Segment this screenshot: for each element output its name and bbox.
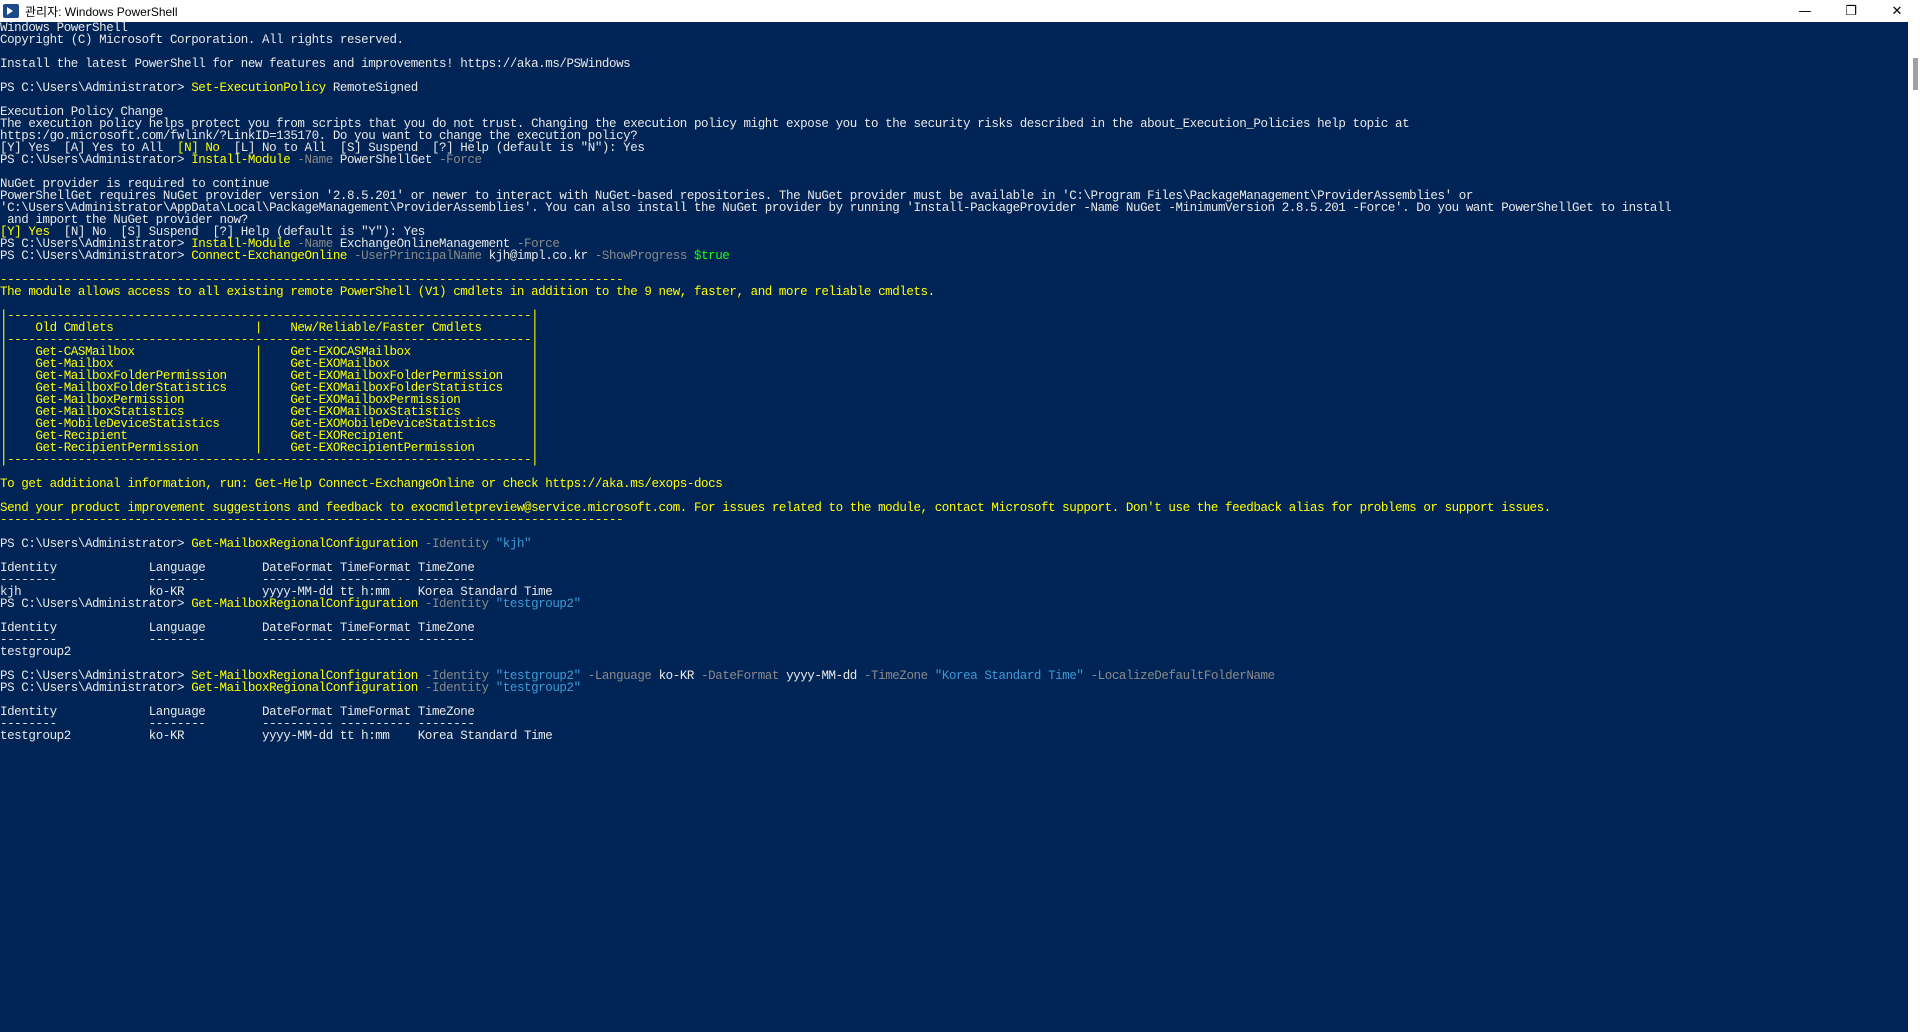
console-text: Get-MailboxRegionalConfiguration — [191, 537, 418, 551]
console-output[interactable]: Windows PowerShell Copyright (C) Microsof… — [0, 22, 1908, 1032]
window-controls: — ❐ ✕ — [1782, 0, 1920, 22]
console-line: |---------------------------------------… — [0, 453, 1908, 467]
console-text: -Language — [580, 669, 652, 683]
restore-button[interactable]: ❐ — [1828, 0, 1874, 22]
console-text: PowerShellGet — [332, 153, 432, 167]
console-line: PS C:\Users\Administrator> Get-MailboxRe… — [0, 681, 1908, 695]
console-line: PS C:\Users\Administrator> Get-MailboxRe… — [0, 597, 1908, 611]
console-line: PS C:\Users\Administrator> Install-Modul… — [0, 153, 1908, 167]
console-line: To get additional information, run: Get-… — [0, 477, 1908, 491]
console-text: -Identity — [417, 681, 489, 695]
console-line: PS C:\Users\Administrator> Set-Execution… — [0, 81, 1908, 95]
console-text: PS C:\Users\Administrator> — [0, 249, 192, 263]
console-text: ----------------------------------------… — [0, 513, 624, 527]
console-line: 'C:\Users\Administrator\AppData\Local\Pa… — [0, 201, 1908, 215]
console-text: PS C:\Users\Administrator> — [0, 681, 192, 695]
console-line: testgroup2 ko-KR yyyy-MM-dd tt h:mm Kore… — [0, 729, 1908, 743]
console-line: testgroup2 — [0, 645, 1908, 659]
console-text: Get-MailboxRegionalConfiguration — [191, 681, 418, 695]
console-line: PS C:\Users\Administrator> Get-MailboxRe… — [0, 537, 1908, 551]
console-text: -Identity — [417, 597, 489, 611]
console-text: -UserPrincipalName — [347, 249, 482, 263]
console-text: ko-KR — [651, 669, 695, 683]
console-text: "Korea Standard Time" — [927, 669, 1084, 683]
console-line: Copyright (C) Microsoft Corporation. All… — [0, 33, 1908, 47]
console-text: Get-MailboxRegionalConfiguration — [191, 597, 418, 611]
console-text: PS C:\Users\Administrator> — [0, 153, 192, 167]
console-text: To get additional information, run: Get-… — [0, 477, 723, 491]
console-text: RemoteSigned — [325, 81, 418, 95]
console-text: 'C:\Users\Administrator\AppData\Local\Pa… — [0, 201, 1672, 215]
powershell-icon — [3, 4, 19, 18]
console-text: -Force — [431, 153, 482, 167]
console-text: The module allows access to all existing… — [0, 285, 935, 299]
console-text: "testgroup2" — [488, 597, 581, 611]
console-text: -------- -------- ---------- ---------- … — [0, 633, 475, 647]
console-text: "kjh" — [488, 537, 532, 551]
console-line: PS C:\Users\Administrator> Connect-Excha… — [0, 249, 1908, 263]
console-text: |---------------------------------------… — [0, 453, 539, 467]
console-text: testgroup2 — [0, 645, 71, 659]
console-text: PS C:\Users\Administrator> — [0, 81, 192, 95]
console-text: Connect-ExchangeOnline — [191, 249, 347, 263]
console-text: Set-ExecutionPolicy — [191, 81, 326, 95]
close-button[interactable]: ✕ — [1874, 0, 1920, 22]
console-text: $true — [686, 249, 730, 263]
console-line: The module allows access to all existing… — [0, 285, 1908, 299]
console-text: testgroup2 ko-KR yyyy-MM-dd tt h:mm Kore… — [0, 729, 553, 743]
console-line: Install the latest PowerShell for new fe… — [0, 57, 1908, 71]
window-title: 관리자: Windows PowerShell — [25, 4, 178, 19]
title-bar[interactable]: 관리자: Windows PowerShell — ❐ ✕ — [0, 0, 1920, 22]
console-text: Copyright (C) Microsoft Corporation. All… — [0, 33, 404, 47]
console-text: yyyy-MM-dd — [778, 669, 857, 683]
console-line: -------- -------- ---------- ---------- … — [0, 633, 1908, 647]
console-line: ----------------------------------------… — [0, 513, 1908, 527]
console-text: Install-Module — [191, 153, 291, 167]
minimize-button[interactable]: — — [1782, 0, 1828, 22]
console-text: -DateFormat — [694, 669, 779, 683]
console-text: PS C:\Users\Administrator> — [0, 537, 192, 551]
console-text: -TimeZone — [856, 669, 928, 683]
console-text: kjh@impl.co.kr — [481, 249, 589, 263]
console-text: -Name — [290, 153, 333, 167]
console-text: "testgroup2" — [488, 681, 581, 695]
console-text: -Identity — [417, 537, 489, 551]
console-text: -ShowProgress — [587, 249, 687, 263]
console-text: -LocalizeDefaultFolderName — [1083, 669, 1276, 683]
console-text: Install the latest PowerShell for new fe… — [0, 57, 631, 71]
console-text: PS C:\Users\Administrator> — [0, 597, 192, 611]
console-lines: Windows PowerShell Copyright (C) Microsof… — [0, 22, 1908, 742]
vertical-scrollbar[interactable] — [1908, 22, 1920, 1032]
scrollbar-thumb[interactable] — [1913, 58, 1918, 90]
